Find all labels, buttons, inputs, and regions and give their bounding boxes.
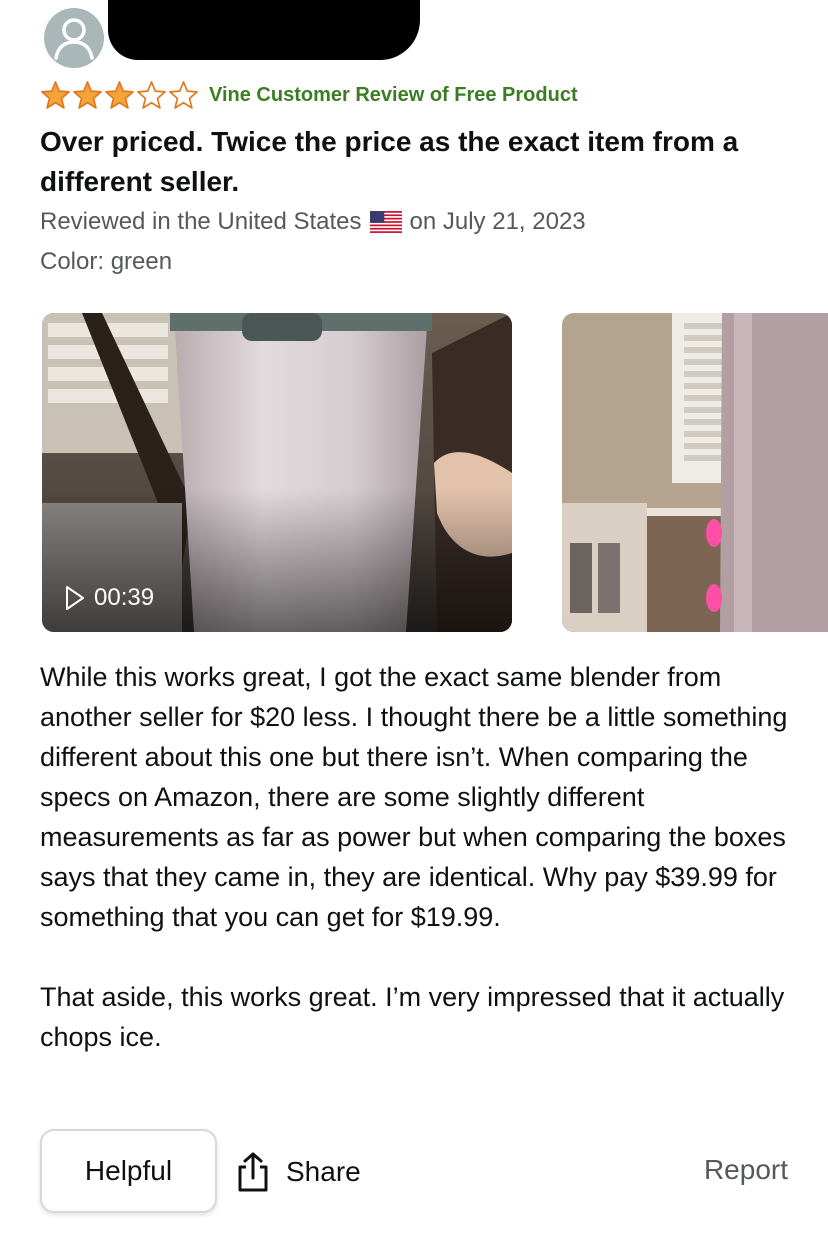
review-image-thumbnail[interactable]: [562, 313, 828, 632]
video-duration-text: 00:39: [94, 584, 155, 611]
redacted-reviewer-name: [108, 0, 420, 60]
star-filled-icon: [105, 80, 134, 109]
vine-badge: Vine Customer Review of Free Product: [209, 83, 578, 106]
star-filled-icon: [41, 80, 70, 109]
report-link[interactable]: Report: [704, 1154, 788, 1186]
star-empty-icon: [137, 80, 166, 109]
share-button[interactable]: Share: [234, 1148, 361, 1196]
reviewed-in-label: Reviewed in the United States: [40, 208, 362, 235]
star-empty-icon: [169, 80, 198, 109]
image-frame: [562, 313, 828, 632]
avatar[interactable]: [44, 8, 104, 68]
share-label: Share: [286, 1156, 361, 1187]
star-rating[interactable]: [40, 80, 199, 111]
star-filled-icon: [73, 80, 102, 109]
play-icon: [66, 586, 84, 610]
review-paragraph: That aside, this works great. I’m very i…: [40, 982, 785, 1052]
review-title: Over priced. Twice the price as the exac…: [40, 126, 739, 197]
us-flag-icon: [369, 211, 402, 233]
review-paragraph: While this works great, I got the exact …: [40, 662, 788, 932]
share-icon: [238, 1152, 268, 1192]
rating-row: Vine Customer Review of Free Product: [40, 78, 578, 112]
user-icon: [54, 18, 94, 60]
variant-label[interactable]: Color: green: [40, 247, 172, 277]
review-date: on July 21, 2023: [409, 208, 586, 235]
review-body: While this works great, I got the exact …: [40, 657, 800, 1097]
helpful-button[interactable]: Helpful: [40, 1129, 217, 1213]
video-duration: 00:39: [64, 584, 154, 612]
review-location-date: Reviewed in the United States on July 21…: [40, 207, 586, 237]
review-video-thumbnail[interactable]: 00:39: [42, 313, 512, 632]
